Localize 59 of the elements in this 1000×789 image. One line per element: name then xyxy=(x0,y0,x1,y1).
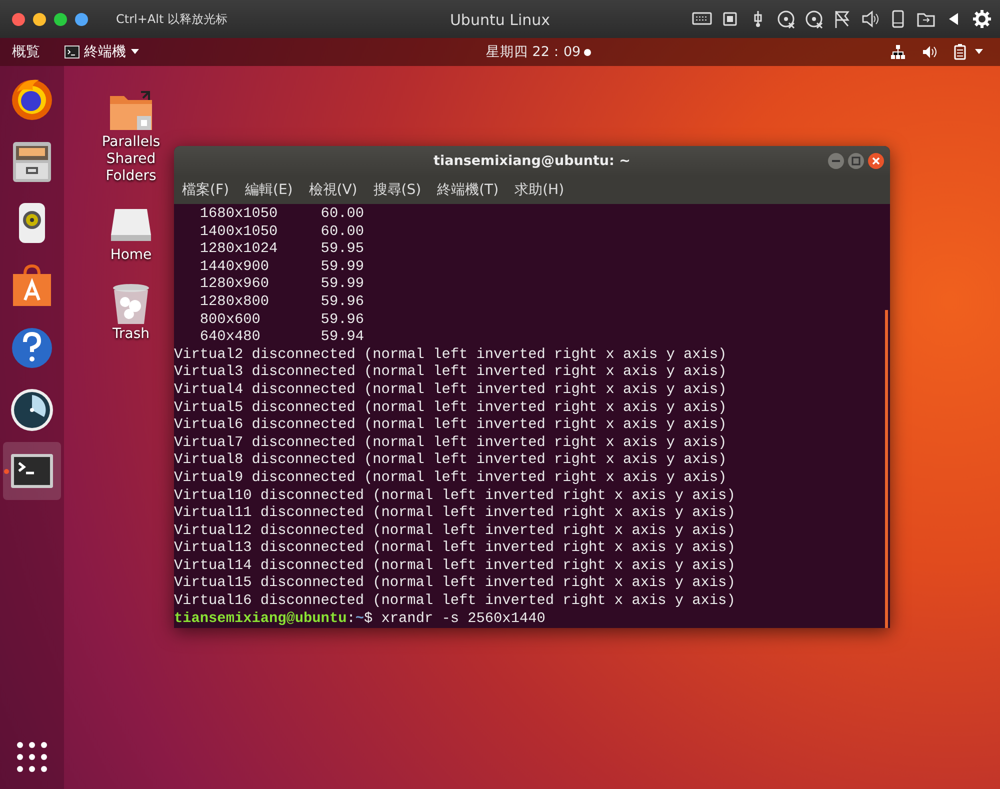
terminal-line: 640x480 59.94 xyxy=(198,329,364,347)
app-menu[interactable]: 終端機 xyxy=(64,42,140,62)
terminal-line: Virtual7 disconnected (normal left inverted right x axis y axis) xyxy=(174,434,727,452)
volume-icon[interactable] xyxy=(922,44,938,60)
clock[interactable]: 星期四 22：09 xyxy=(486,42,581,62)
menu-item[interactable]: 檢視(V) xyxy=(308,180,358,200)
app-grid-icon[interactable] xyxy=(16,741,48,773)
speaker-icon[interactable] xyxy=(860,9,880,29)
caret-icon xyxy=(130,48,140,56)
terminal-line: Virtual13 disconnected (normal left inverted right x axis y axis) xyxy=(174,540,736,558)
menu-item[interactable]: 檔案(F) xyxy=(182,180,229,200)
terminal-line: Virtual12 disconnected (normal left inverted right x axis y axis) xyxy=(174,522,736,540)
zoom-button[interactable] xyxy=(54,12,67,26)
terminal-line: Virtual3 disconnected (normal left inverted right x axis y axis) xyxy=(174,364,727,382)
close-button[interactable] xyxy=(12,12,25,26)
terminal-icon xyxy=(64,45,80,59)
terminal-line: 800x600 59.96 xyxy=(198,312,364,330)
scrollbar[interactable] xyxy=(885,310,888,628)
close-button[interactable] xyxy=(868,153,884,169)
terminal-line: 1280x1024 59.95 xyxy=(198,241,364,259)
activities-button[interactable]: 概覧 xyxy=(12,42,40,62)
window-title: tiansemixiang@ubuntu: ~ xyxy=(434,152,630,171)
menu-item[interactable]: 終端機(T) xyxy=(437,180,499,200)
terminal-line: 1400x1050 60.00 xyxy=(198,224,364,242)
terminal-line: Virtual6 disconnected (normal left inverted right x axis y axis) xyxy=(174,417,727,435)
caret-icon[interactable] xyxy=(974,48,984,56)
menu-item[interactable]: 編輯(E) xyxy=(244,180,293,200)
desktop-icon-label[interactable]: Trash xyxy=(91,326,171,343)
terminal-line: 1680x1050 60.00 xyxy=(198,206,364,224)
terminal-line: Virtual2 disconnected (normal left inverted right x axis y axis) xyxy=(174,346,727,364)
dock-highlight[interactable] xyxy=(3,442,61,500)
terminal-line: Virtual4 disconnected (normal left inverted right x axis y axis) xyxy=(174,382,727,400)
minimize-icon xyxy=(832,160,840,162)
terminal-line: Virtual15 disconnected (normal left inverted right x axis y axis) xyxy=(174,575,736,594)
gauge-icon xyxy=(9,386,55,432)
disc-icon[interactable] xyxy=(804,9,824,29)
terminal-line: Virtual14 disconnected (normal left inverted right x axis y axis) xyxy=(174,558,736,576)
gear-icon[interactable] xyxy=(972,9,992,29)
terminal-line: Virtual16 disconnected (normal left inverted right x axis y axis) xyxy=(174,593,736,611)
hint-text: Ctrl+Alt 以释放光标 xyxy=(116,11,228,28)
desktop-icon-label[interactable]: Parallels Shared Folders xyxy=(91,134,171,185)
network-icon[interactable] xyxy=(890,44,906,60)
menu-item[interactable]: 搜尋(S) xyxy=(373,180,422,200)
terminal-line: Virtual9 disconnected (normal left inverted right x axis y axis) xyxy=(174,470,727,488)
terminal-line: Virtual10 disconnected (normal left inverted right x axis y axis) xyxy=(174,488,736,506)
terminal-line: 1280x800 59.96 xyxy=(198,294,364,312)
terminal-line: 1440x900 59.99 xyxy=(198,258,364,276)
battery-icon[interactable] xyxy=(954,44,966,60)
terminal-line: 1280x960 59.99 xyxy=(198,276,364,294)
fullscreen-button[interactable] xyxy=(75,12,88,26)
menu-item[interactable]: 求助(H) xyxy=(514,180,564,200)
desktop-icon-label[interactable]: Home xyxy=(91,247,171,264)
window-title: Ubuntu Linux xyxy=(450,10,550,31)
terminal-line: Virtual5 disconnected (normal left inverted right x axis y axis) xyxy=(174,400,727,418)
terminal-line: Virtual8 disconnected (normal left inverted right x axis y axis) xyxy=(174,452,727,470)
disc-icon[interactable] xyxy=(776,9,796,29)
terminal-line: Virtual11 disconnected (normal left inverted right x axis y axis) xyxy=(174,505,736,523)
prompt-line: tiansemixiang@ubuntu:~$ xrandr -s 2560x1440 xyxy=(174,610,546,628)
minimize-button[interactable] xyxy=(33,12,46,26)
